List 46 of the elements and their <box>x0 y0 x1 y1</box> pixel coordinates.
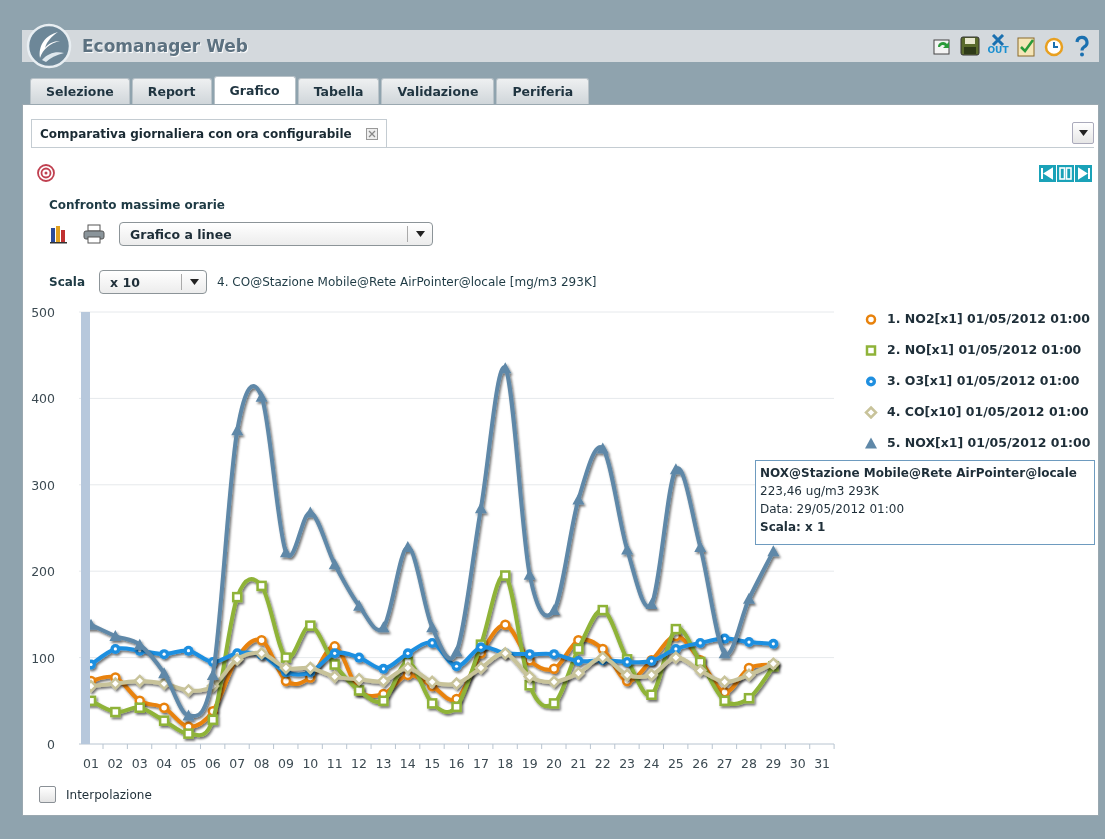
axis-label: 400 <box>31 391 55 407</box>
tooltip-line: 223,46 ug/m3 293K <box>760 483 880 500</box>
checkbox-label: Interpolazione <box>66 787 152 802</box>
axis-label: 14 <box>399 756 416 771</box>
axis-label: 20 <box>546 756 562 771</box>
app-title: Ecomanager Web <box>82 36 248 56</box>
axis-label: 22 <box>594 756 611 771</box>
axis-label: 12 <box>351 756 367 771</box>
axis-label: 27 <box>716 756 733 771</box>
axis-label: 28 <box>741 756 757 771</box>
scale-label: Scala <box>49 275 86 289</box>
axis-label: 31 <box>814 756 831 771</box>
axis-label: 16 <box>448 756 465 771</box>
axis-label: 04 <box>156 756 173 771</box>
series-info: 4. CO@Stazione Mobile@Rete AirPointer@locale [mg/m3 293K] <box>217 275 597 289</box>
axis-label: 02 <box>107 756 124 771</box>
axis-label: 18 <box>497 756 514 771</box>
axis-label: 30 <box>789 756 806 771</box>
axis-label: 26 <box>692 756 709 771</box>
axis-label: 08 <box>253 756 270 771</box>
axis-label: 500 <box>31 305 55 320</box>
axis-label: 300 <box>31 477 55 493</box>
axis-label: 24 <box>643 756 660 771</box>
axis-label: 17 <box>472 756 489 771</box>
axis-label: 23 <box>619 756 636 771</box>
tooltip-line: NOX@Stazione Mobile@Rete AirPointer@locale <box>760 465 1078 482</box>
axis-label: 200 <box>31 564 55 580</box>
tooltip-line: Data: 29/05/2012 01:00 <box>760 501 906 518</box>
axis-label: 03 <box>131 756 148 771</box>
axis-label: 13 <box>375 756 392 771</box>
axis-label: 07 <box>229 756 246 771</box>
axis-label: 100 <box>31 650 55 666</box>
axis-label: 25 <box>667 756 684 771</box>
axis-label: 01 <box>83 756 99 771</box>
tooltip-line: Scala: x 1 <box>760 519 827 536</box>
axis-label: 05 <box>180 756 197 771</box>
axis-label: 09 <box>278 756 294 771</box>
axis-label: 29 <box>765 756 782 771</box>
axis-label: 06 <box>204 756 221 771</box>
axis-label: 19 <box>521 756 538 771</box>
axis-label: 15 <box>424 756 441 771</box>
section-title: Confronto massime orarie <box>49 198 226 212</box>
axis-label: 0 <box>47 737 55 752</box>
axis-label: 11 <box>326 756 343 771</box>
axis-label: 10 <box>302 756 319 771</box>
axis-label: 21 <box>570 756 587 771</box>
